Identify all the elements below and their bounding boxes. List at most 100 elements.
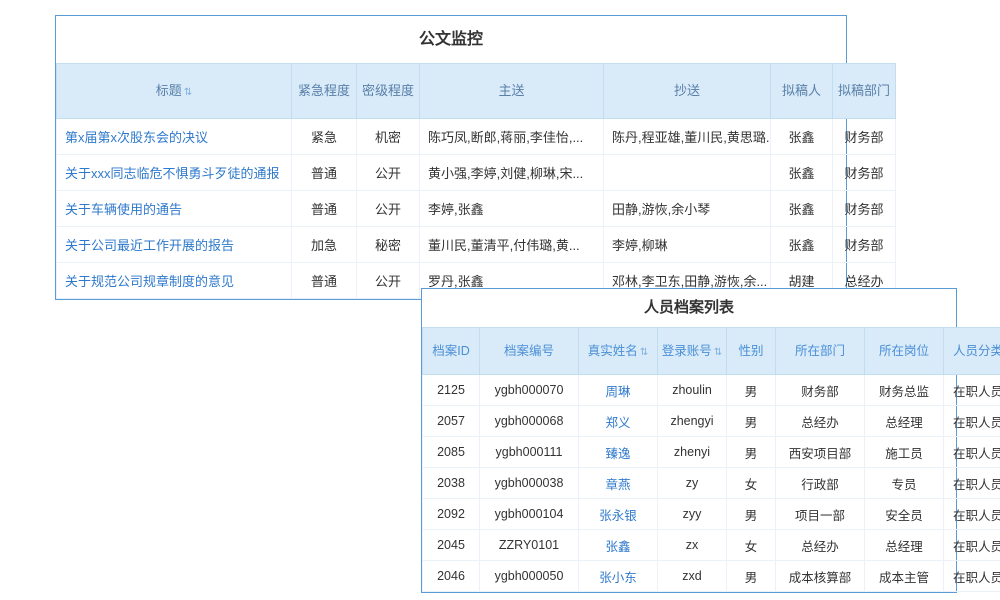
table-cell [604, 155, 771, 191]
person-name-link[interactable]: 张小东 [599, 571, 637, 585]
table-cell: 张鑫 [771, 227, 833, 263]
table-cell: ygbh000111 [480, 437, 579, 468]
table-cell: 张鑫 [771, 119, 833, 155]
person-name-link[interactable]: 张永银 [599, 509, 637, 523]
table-cell: 财务总监 [865, 375, 944, 406]
table-cell: zx [658, 530, 727, 561]
table-cell: 在职人员 [944, 437, 1000, 468]
document-title-link[interactable]: 第x届第x次股东会的决议 [65, 130, 208, 145]
table-cell: 张鑫 [771, 191, 833, 227]
person-name-link[interactable]: 郑义 [605, 416, 630, 430]
table-cell: 专员 [865, 468, 944, 499]
table-cell: 黄小强,李婷,刘健,柳琳,宋... [420, 155, 604, 191]
column-header: 人员分类 [944, 328, 1000, 375]
person-name-link[interactable]: 臻逸 [605, 447, 630, 461]
table-cell: 成本核算部 [776, 561, 865, 592]
document-monitor-title: 公文监控 [56, 16, 846, 63]
table-cell: 财务部 [833, 191, 896, 227]
table-cell: 张永银 [579, 499, 658, 530]
table-cell: 张小东 [579, 561, 658, 592]
column-header[interactable]: 标题⇅ [57, 64, 292, 119]
table-cell: 公开 [357, 155, 420, 191]
table-cell: 2125 [423, 375, 480, 406]
table-cell: 公开 [357, 191, 420, 227]
table-cell: 财务部 [833, 227, 896, 263]
column-header-label: 所在岗位 [879, 344, 929, 358]
table-cell: zhenyi [658, 437, 727, 468]
document-title-link[interactable]: 关于规范公司规章制度的意见 [65, 274, 234, 289]
table-cell: 关于xxx同志临危不惧勇斗歹徒的通报 [57, 155, 292, 191]
column-header: 抄送 [604, 64, 771, 119]
column-header: 所在部门 [776, 328, 865, 375]
table-cell: zy [658, 468, 727, 499]
table-cell: 西安项目部 [776, 437, 865, 468]
table-cell: 成本主管 [865, 561, 944, 592]
column-header-label: 标题 [156, 83, 182, 98]
personnel-archive-title: 人员档案列表 [422, 289, 956, 327]
table-cell: 项目一部 [776, 499, 865, 530]
person-name-link[interactable]: 张鑫 [605, 540, 630, 554]
table-cell: ygbh000050 [480, 561, 579, 592]
table-cell: 在职人员 [944, 530, 1000, 561]
person-name-link[interactable]: 周琳 [605, 385, 630, 399]
table-cell: 男 [727, 375, 776, 406]
sort-icon[interactable]: ⇅ [184, 87, 192, 98]
table-cell: zyy [658, 499, 727, 530]
table-cell: 财务部 [833, 119, 896, 155]
column-header[interactable]: 真实姓名⇅ [579, 328, 658, 375]
table-cell: 臻逸 [579, 437, 658, 468]
table-cell: ygbh000070 [480, 375, 579, 406]
table-cell: 关于车辆使用的通告 [57, 191, 292, 227]
table-cell: 女 [727, 530, 776, 561]
table-cell: zxd [658, 561, 727, 592]
table-cell: 总经办 [776, 406, 865, 437]
table-cell: ygbh000068 [480, 406, 579, 437]
column-header: 拟稿部门 [833, 64, 896, 119]
column-header[interactable]: 登录账号⇅ [658, 328, 727, 375]
table-cell: 郑义 [579, 406, 658, 437]
table-cell: 公开 [357, 263, 420, 299]
personnel-archive-panel: 人员档案列表 档案ID档案编号真实姓名⇅登录账号⇅性别所在部门所在岗位人员分类 … [421, 288, 957, 593]
table-cell: zhengyi [658, 406, 727, 437]
table-row: 2045ZZRY0101张鑫zx女总经办总经理在职人员 [423, 530, 1000, 561]
person-name-link[interactable]: 章燕 [605, 478, 630, 492]
table-cell: 张鑫 [579, 530, 658, 561]
table-cell: 在职人员 [944, 468, 1000, 499]
table-cell: 机密 [357, 119, 420, 155]
sort-icon[interactable]: ⇅ [714, 347, 722, 358]
table-row: 2125ygbh000070周琳zhoulin男财务部财务总监在职人员 [423, 375, 1000, 406]
table-cell: 紧急 [292, 119, 357, 155]
document-monitor-table: 标题⇅紧急程度密级程度主送抄送拟稿人拟稿部门 第x届第x次股东会的决议紧急机密陈… [56, 63, 896, 299]
column-header: 拟稿人 [771, 64, 833, 119]
table-cell: 2046 [423, 561, 480, 592]
document-title-link[interactable]: 关于公司最近工作开展的报告 [65, 238, 234, 253]
table-cell: 陈巧凤,断郎,蒋丽,李佳怡,... [420, 119, 604, 155]
column-header-label: 拟稿人 [782, 83, 821, 98]
column-header-label: 紧急程度 [298, 83, 350, 98]
table-row: 关于公司最近工作开展的报告加急秘密董川民,董清平,付伟璐,黄...李婷,柳琳张鑫… [57, 227, 896, 263]
sort-icon[interactable]: ⇅ [640, 347, 648, 358]
page: 公文监控 标题⇅紧急程度密级程度主送抄送拟稿人拟稿部门 第x届第x次股东会的决议… [0, 0, 1000, 600]
table-cell: 第x届第x次股东会的决议 [57, 119, 292, 155]
personnel-archive-table: 档案ID档案编号真实姓名⇅登录账号⇅性别所在部门所在岗位人员分类 2125ygb… [422, 327, 1000, 592]
column-header-label: 档案编号 [504, 344, 554, 358]
table-cell: 施工员 [865, 437, 944, 468]
table-cell: 财务部 [833, 155, 896, 191]
table-row: 2046ygbh000050张小东zxd男成本核算部成本主管在职人员 [423, 561, 1000, 592]
table-cell: 张鑫 [771, 155, 833, 191]
table-cell: 关于公司最近工作开展的报告 [57, 227, 292, 263]
table-cell: 在职人员 [944, 375, 1000, 406]
table-cell: 2057 [423, 406, 480, 437]
table-cell: 男 [727, 499, 776, 530]
column-header: 档案ID [423, 328, 480, 375]
column-header: 紧急程度 [292, 64, 357, 119]
column-header-label: 拟稿部门 [838, 83, 890, 98]
table-row: 第x届第x次股东会的决议紧急机密陈巧凤,断郎,蒋丽,李佳怡,...陈丹,程亚雄,… [57, 119, 896, 155]
document-title-link[interactable]: 关于xxx同志临危不惧勇斗歹徒的通报 [65, 166, 280, 181]
column-header-label: 抄送 [674, 83, 700, 98]
table-cell: 2045 [423, 530, 480, 561]
document-title-link[interactable]: 关于车辆使用的通告 [65, 202, 182, 217]
table-row: 2057ygbh000068郑义zhengyi男总经办总经理在职人员 [423, 406, 1000, 437]
table-cell: 财务部 [776, 375, 865, 406]
table-cell: 男 [727, 406, 776, 437]
